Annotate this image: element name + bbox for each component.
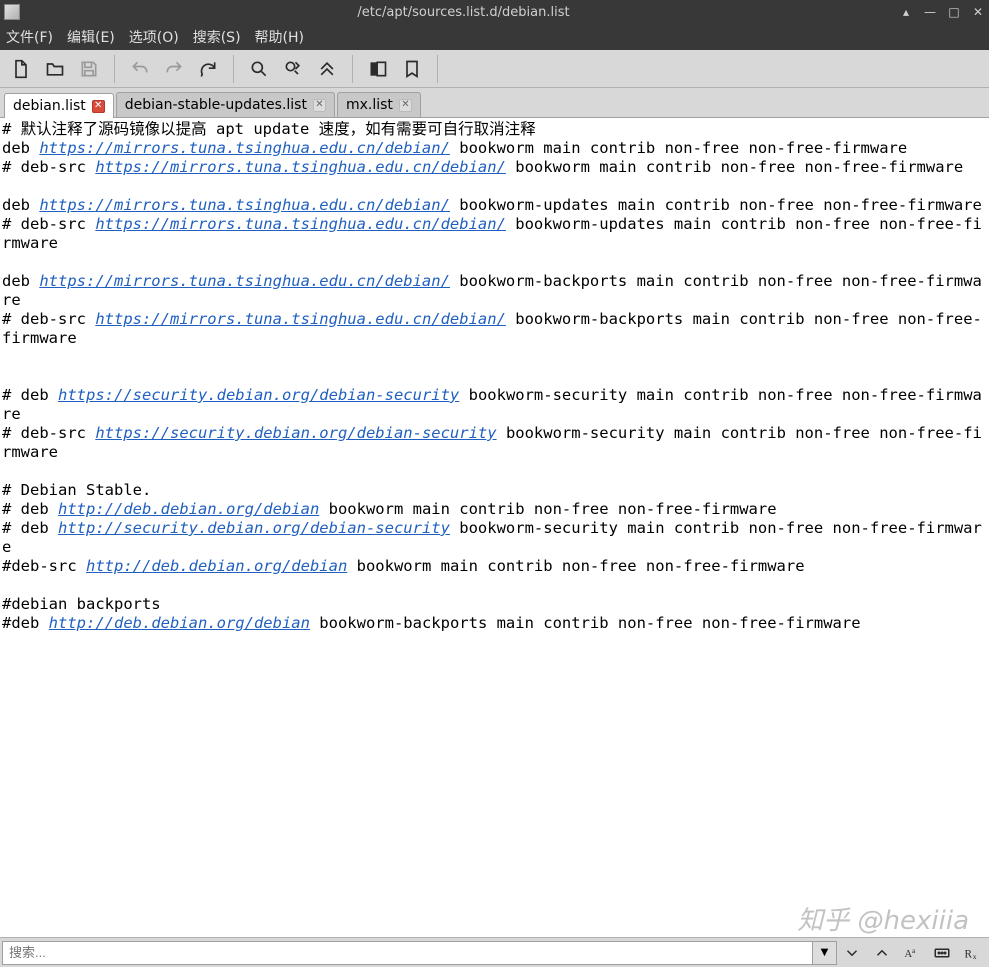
svg-text:a: a [912,946,916,955]
whole-word-button[interactable] [927,941,957,965]
redo-button[interactable] [159,54,189,84]
search-replace-icon [283,59,303,79]
menu-file[interactable]: 文件(F) [6,27,53,47]
tab-label: debian.list [13,98,86,114]
minimize-icon[interactable]: — [923,5,937,19]
menu-edit[interactable]: 编辑(E) [67,27,115,47]
rollup-icon[interactable]: ▴ [899,5,913,19]
regex-icon: Rx [963,944,981,962]
close-tab-icon[interactable]: ✕ [92,100,105,113]
toolbar [0,50,989,88]
toolbar-separator [352,55,353,83]
match-case-button[interactable]: Aa [897,941,927,965]
url-link[interactable]: http://deb.debian.org/debian [86,557,347,575]
goto-icon [317,59,337,79]
new-file-icon [11,59,31,79]
searchbar: ▼ Aa Rx [0,937,989,967]
titlebar: /etc/apt/sources.list.d/debian.list ▴ — … [0,0,989,24]
url-link[interactable]: https://mirrors.tuna.tsinghua.edu.cn/deb… [95,215,506,233]
reload-button[interactable] [193,54,223,84]
url-link[interactable]: http://deb.debian.org/debian [49,614,310,632]
close-tab-icon[interactable]: ✕ [399,99,412,112]
open-file-button[interactable] [40,54,70,84]
url-link[interactable]: https://mirrors.tuna.tsinghua.edu.cn/deb… [39,139,450,157]
tabbar: debian.list ✕ debian-stable-updates.list… [0,88,989,118]
svg-text:x: x [973,952,977,961]
url-link[interactable]: https://mirrors.tuna.tsinghua.edu.cn/deb… [39,196,450,214]
bookmark-button[interactable] [397,54,427,84]
sidebar-toggle-button[interactable] [363,54,393,84]
window-title: /etc/apt/sources.list.d/debian.list [28,5,899,20]
search-button[interactable] [244,54,274,84]
url-link[interactable]: https://mirrors.tuna.tsinghua.edu.cn/deb… [39,272,450,290]
url-link[interactable]: http://security.debian.org/debian-securi… [58,519,450,537]
undo-button[interactable] [125,54,155,84]
tab-label: debian-stable-updates.list [125,97,307,113]
undo-icon [130,59,150,79]
whole-word-icon [933,944,951,962]
close-window-icon[interactable]: ✕ [971,5,985,19]
search-dropdown[interactable]: ▼ [813,941,837,965]
text-editor[interactable]: # 默认注释了源码镜像以提高 apt update 速度，如有需要可自行取消注释… [0,118,989,937]
goto-line-button[interactable] [312,54,342,84]
tab-label: mx.list [346,97,393,113]
close-tab-icon[interactable]: ✕ [313,99,326,112]
bookmark-icon [402,59,422,79]
open-folder-icon [45,59,65,79]
toolbar-separator [437,55,438,83]
url-link[interactable]: http://deb.debian.org/debian [58,500,319,518]
menubar: 文件(F) 编辑(E) 选项(O) 搜索(S) 帮助(H) [0,24,989,50]
menu-options[interactable]: 选项(O) [129,27,179,47]
tab-debian-list[interactable]: debian.list ✕ [4,93,114,118]
chevron-down-icon [843,944,861,962]
match-case-icon: Aa [903,944,921,962]
toolbar-separator [233,55,234,83]
sidebar-icon [368,59,388,79]
svg-text:R: R [965,948,973,960]
search-icon [249,59,269,79]
url-link[interactable]: https://security.debian.org/debian-secur… [95,424,496,442]
menu-search[interactable]: 搜索(S) [193,27,241,47]
save-file-button[interactable] [74,54,104,84]
url-link[interactable]: https://security.debian.org/debian-secur… [58,386,459,404]
url-link[interactable]: https://mirrors.tuna.tsinghua.edu.cn/deb… [95,158,506,176]
chevron-up-icon [873,944,891,962]
new-file-button[interactable] [6,54,36,84]
maximize-icon[interactable]: □ [947,5,961,19]
regex-button[interactable]: Rx [957,941,987,965]
search-input[interactable] [2,941,813,965]
search-prev-button[interactable] [867,941,897,965]
app-icon [4,4,20,20]
toolbar-separator [114,55,115,83]
reload-icon [198,59,218,79]
tab-debian-stable-updates[interactable]: debian-stable-updates.list ✕ [116,92,335,117]
redo-icon [164,59,184,79]
window-controls: ▴ — □ ✕ [899,5,985,19]
search-replace-button[interactable] [278,54,308,84]
search-next-button[interactable] [837,941,867,965]
tab-mx-list[interactable]: mx.list ✕ [337,92,421,117]
save-icon [79,59,99,79]
menu-help[interactable]: 帮助(H) [255,27,304,47]
url-link[interactable]: https://mirrors.tuna.tsinghua.edu.cn/deb… [95,310,506,328]
